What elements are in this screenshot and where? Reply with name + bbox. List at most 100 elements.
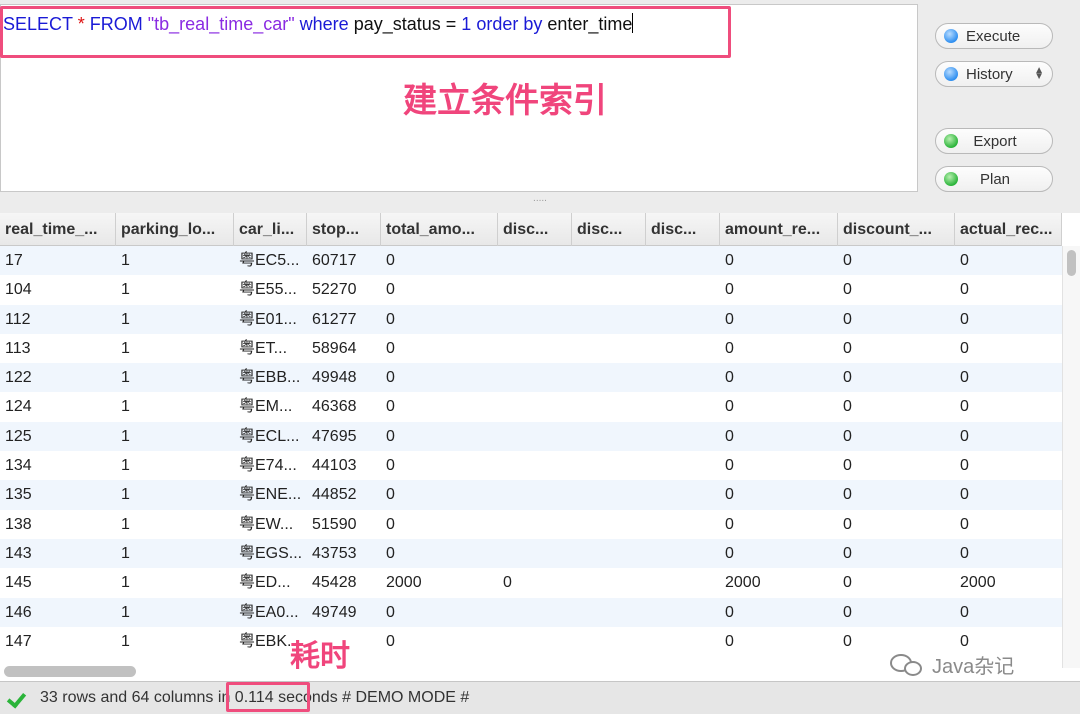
table-cell[interactable] [646, 334, 720, 363]
table-cell[interactable]: 0 [720, 539, 838, 568]
table-cell[interactable]: 0 [838, 246, 955, 275]
table-cell[interactable] [498, 363, 572, 392]
table-cell[interactable]: 0 [838, 539, 955, 568]
column-header[interactable]: amount_re... [720, 213, 838, 246]
table-cell[interactable] [498, 627, 572, 656]
table-cell[interactable]: 0 [955, 392, 1062, 421]
table-cell[interactable]: 粤EBB... [234, 363, 307, 392]
vertical-scrollbar[interactable] [1062, 246, 1080, 668]
table-row[interactable]: 104 1 粤E55... 52270 0 0 0 0 [0, 275, 1062, 305]
table-cell[interactable]: 1 [116, 480, 234, 509]
table-cell[interactable]: 0 [838, 451, 955, 480]
table-cell[interactable]: 17 [0, 246, 116, 275]
table-cell[interactable]: 1 [116, 363, 234, 392]
table-cell[interactable]: 0 [955, 305, 1062, 334]
table-cell[interactable]: 52270 [307, 275, 381, 304]
table-cell[interactable] [646, 598, 720, 627]
table-row[interactable]: 134 1 粤E74... 44103 0 0 0 0 [0, 451, 1062, 481]
table-cell[interactable]: 1 [116, 627, 234, 656]
table-cell[interactable]: 0 [498, 568, 572, 597]
table-cell[interactable]: 0 [381, 392, 498, 421]
sql-editor[interactable]: SELECT * FROM "tb_real_time_car" where p… [0, 4, 918, 192]
table-cell[interactable]: 135 [0, 480, 116, 509]
table-cell[interactable]: 49948 [307, 363, 381, 392]
table-row[interactable]: 17 1 粤EC5... 60717 0 0 0 0 [0, 246, 1062, 276]
table-cell[interactable]: 0 [381, 246, 498, 275]
table-row[interactable]: 122 1 粤EBB... 49948 0 0 0 0 [0, 363, 1062, 393]
table-cell[interactable] [572, 422, 646, 451]
table-cell[interactable] [572, 510, 646, 539]
table-cell[interactable] [498, 539, 572, 568]
table-cell[interactable]: 113 [0, 334, 116, 363]
table-cell[interactable]: 0 [720, 422, 838, 451]
table-cell[interactable]: 46368 [307, 392, 381, 421]
table-cell[interactable] [646, 246, 720, 275]
table-cell[interactable]: 0 [838, 598, 955, 627]
table-cell[interactable]: 0 [955, 539, 1062, 568]
table-cell[interactable]: 0 [838, 305, 955, 334]
table-cell[interactable] [646, 275, 720, 304]
table-cell[interactable]: 125 [0, 422, 116, 451]
table-cell[interactable]: 0 [381, 363, 498, 392]
table-cell[interactable] [572, 568, 646, 597]
table-cell[interactable]: 0 [955, 451, 1062, 480]
table-cell[interactable]: 112 [0, 305, 116, 334]
table-cell[interactable]: 0 [955, 510, 1062, 539]
table-cell[interactable]: 1 [116, 275, 234, 304]
table-cell[interactable] [498, 422, 572, 451]
table-cell[interactable] [498, 246, 572, 275]
table-cell[interactable]: 1 [116, 246, 234, 275]
column-header[interactable]: total_amo... [381, 213, 498, 246]
table-cell[interactable]: 0 [838, 334, 955, 363]
table-cell[interactable]: 粤ECL... [234, 422, 307, 451]
table-cell[interactable] [498, 598, 572, 627]
table-cell[interactable]: 134 [0, 451, 116, 480]
table-cell[interactable]: 0 [955, 334, 1062, 363]
table-cell[interactable]: 粤E74... [234, 451, 307, 480]
table-cell[interactable]: 1 [116, 451, 234, 480]
table-cell[interactable] [572, 539, 646, 568]
table-cell[interactable]: 138 [0, 510, 116, 539]
table-cell[interactable]: 0 [720, 598, 838, 627]
table-cell[interactable]: 0 [381, 627, 498, 656]
column-header[interactable]: disc... [498, 213, 572, 246]
table-cell[interactable]: 0 [381, 451, 498, 480]
execute-button[interactable]: Execute [935, 23, 1053, 49]
table-cell[interactable] [646, 510, 720, 539]
table-cell[interactable] [646, 451, 720, 480]
table-cell[interactable]: 粤E55... [234, 275, 307, 304]
table-cell[interactable]: 0 [381, 598, 498, 627]
table-cell[interactable]: 1 [116, 305, 234, 334]
table-cell[interactable]: 122 [0, 363, 116, 392]
table-cell[interactable]: 44103 [307, 451, 381, 480]
table-cell[interactable]: 0 [838, 510, 955, 539]
table-cell[interactable]: 1 [116, 568, 234, 597]
table-cell[interactable]: 粤EGS... [234, 539, 307, 568]
table-cell[interactable] [498, 392, 572, 421]
table-cell[interactable]: 粤ET... [234, 334, 307, 363]
table-row[interactable]: 124 1 粤EM... 46368 0 0 0 0 [0, 392, 1062, 422]
table-cell[interactable]: 粤E01... [234, 305, 307, 334]
table-cell[interactable]: 143 [0, 539, 116, 568]
table-cell[interactable]: 0 [720, 275, 838, 304]
table-cell[interactable]: 51590 [307, 510, 381, 539]
table-cell[interactable]: 0 [381, 422, 498, 451]
table-cell[interactable]: 1 [116, 422, 234, 451]
table-cell[interactable]: 0 [955, 598, 1062, 627]
table-cell[interactable]: 0 [838, 275, 955, 304]
export-button[interactable]: Export [935, 128, 1053, 154]
column-header[interactable]: stop... [307, 213, 381, 246]
table-row[interactable]: 145 1 粤ED... 45428 2000 0 2000 0 2000 [0, 568, 1062, 598]
table-cell[interactable]: 1 [116, 539, 234, 568]
table-cell[interactable]: 147 [0, 627, 116, 656]
table-cell[interactable] [572, 451, 646, 480]
table-row[interactable]: 143 1 粤EGS... 43753 0 0 0 0 [0, 538, 1062, 569]
table-cell[interactable] [572, 275, 646, 304]
column-header[interactable]: discount_... [838, 213, 955, 246]
table-cell[interactable]: 0 [720, 510, 838, 539]
table-cell[interactable]: 0 [955, 363, 1062, 392]
table-row[interactable]: 113 1 粤ET... 58964 0 0 0 0 [0, 333, 1062, 364]
table-cell[interactable] [498, 451, 572, 480]
table-cell[interactable] [646, 392, 720, 421]
table-cell[interactable]: 0 [381, 480, 498, 509]
